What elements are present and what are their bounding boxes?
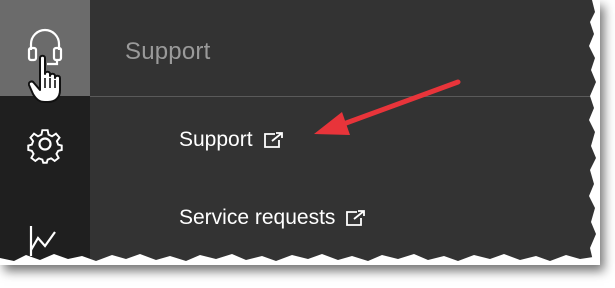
gear-icon bbox=[25, 124, 65, 164]
panel-title: Support bbox=[125, 38, 211, 65]
rail-item-settings[interactable] bbox=[0, 96, 90, 192]
menu-item-label: Support bbox=[179, 128, 253, 151]
menu-item-support[interactable]: Support bbox=[179, 120, 285, 160]
external-link-icon bbox=[263, 131, 285, 149]
headset-icon bbox=[25, 26, 65, 70]
screenshot-frame: Support Support Service requests bbox=[0, 0, 600, 265]
torn-edge-right bbox=[589, 0, 600, 265]
menu-item-label: Service requests bbox=[179, 206, 336, 229]
torn-edge-bottom bbox=[0, 254, 600, 265]
menu-item-service-requests[interactable]: Service requests bbox=[179, 198, 367, 238]
rail-item-help-support[interactable] bbox=[0, 0, 90, 96]
left-nav-rail bbox=[0, 0, 90, 265]
external-link-icon bbox=[345, 209, 367, 227]
support-flyout-panel: Support Support Service requests bbox=[90, 0, 600, 265]
divider bbox=[90, 96, 600, 97]
